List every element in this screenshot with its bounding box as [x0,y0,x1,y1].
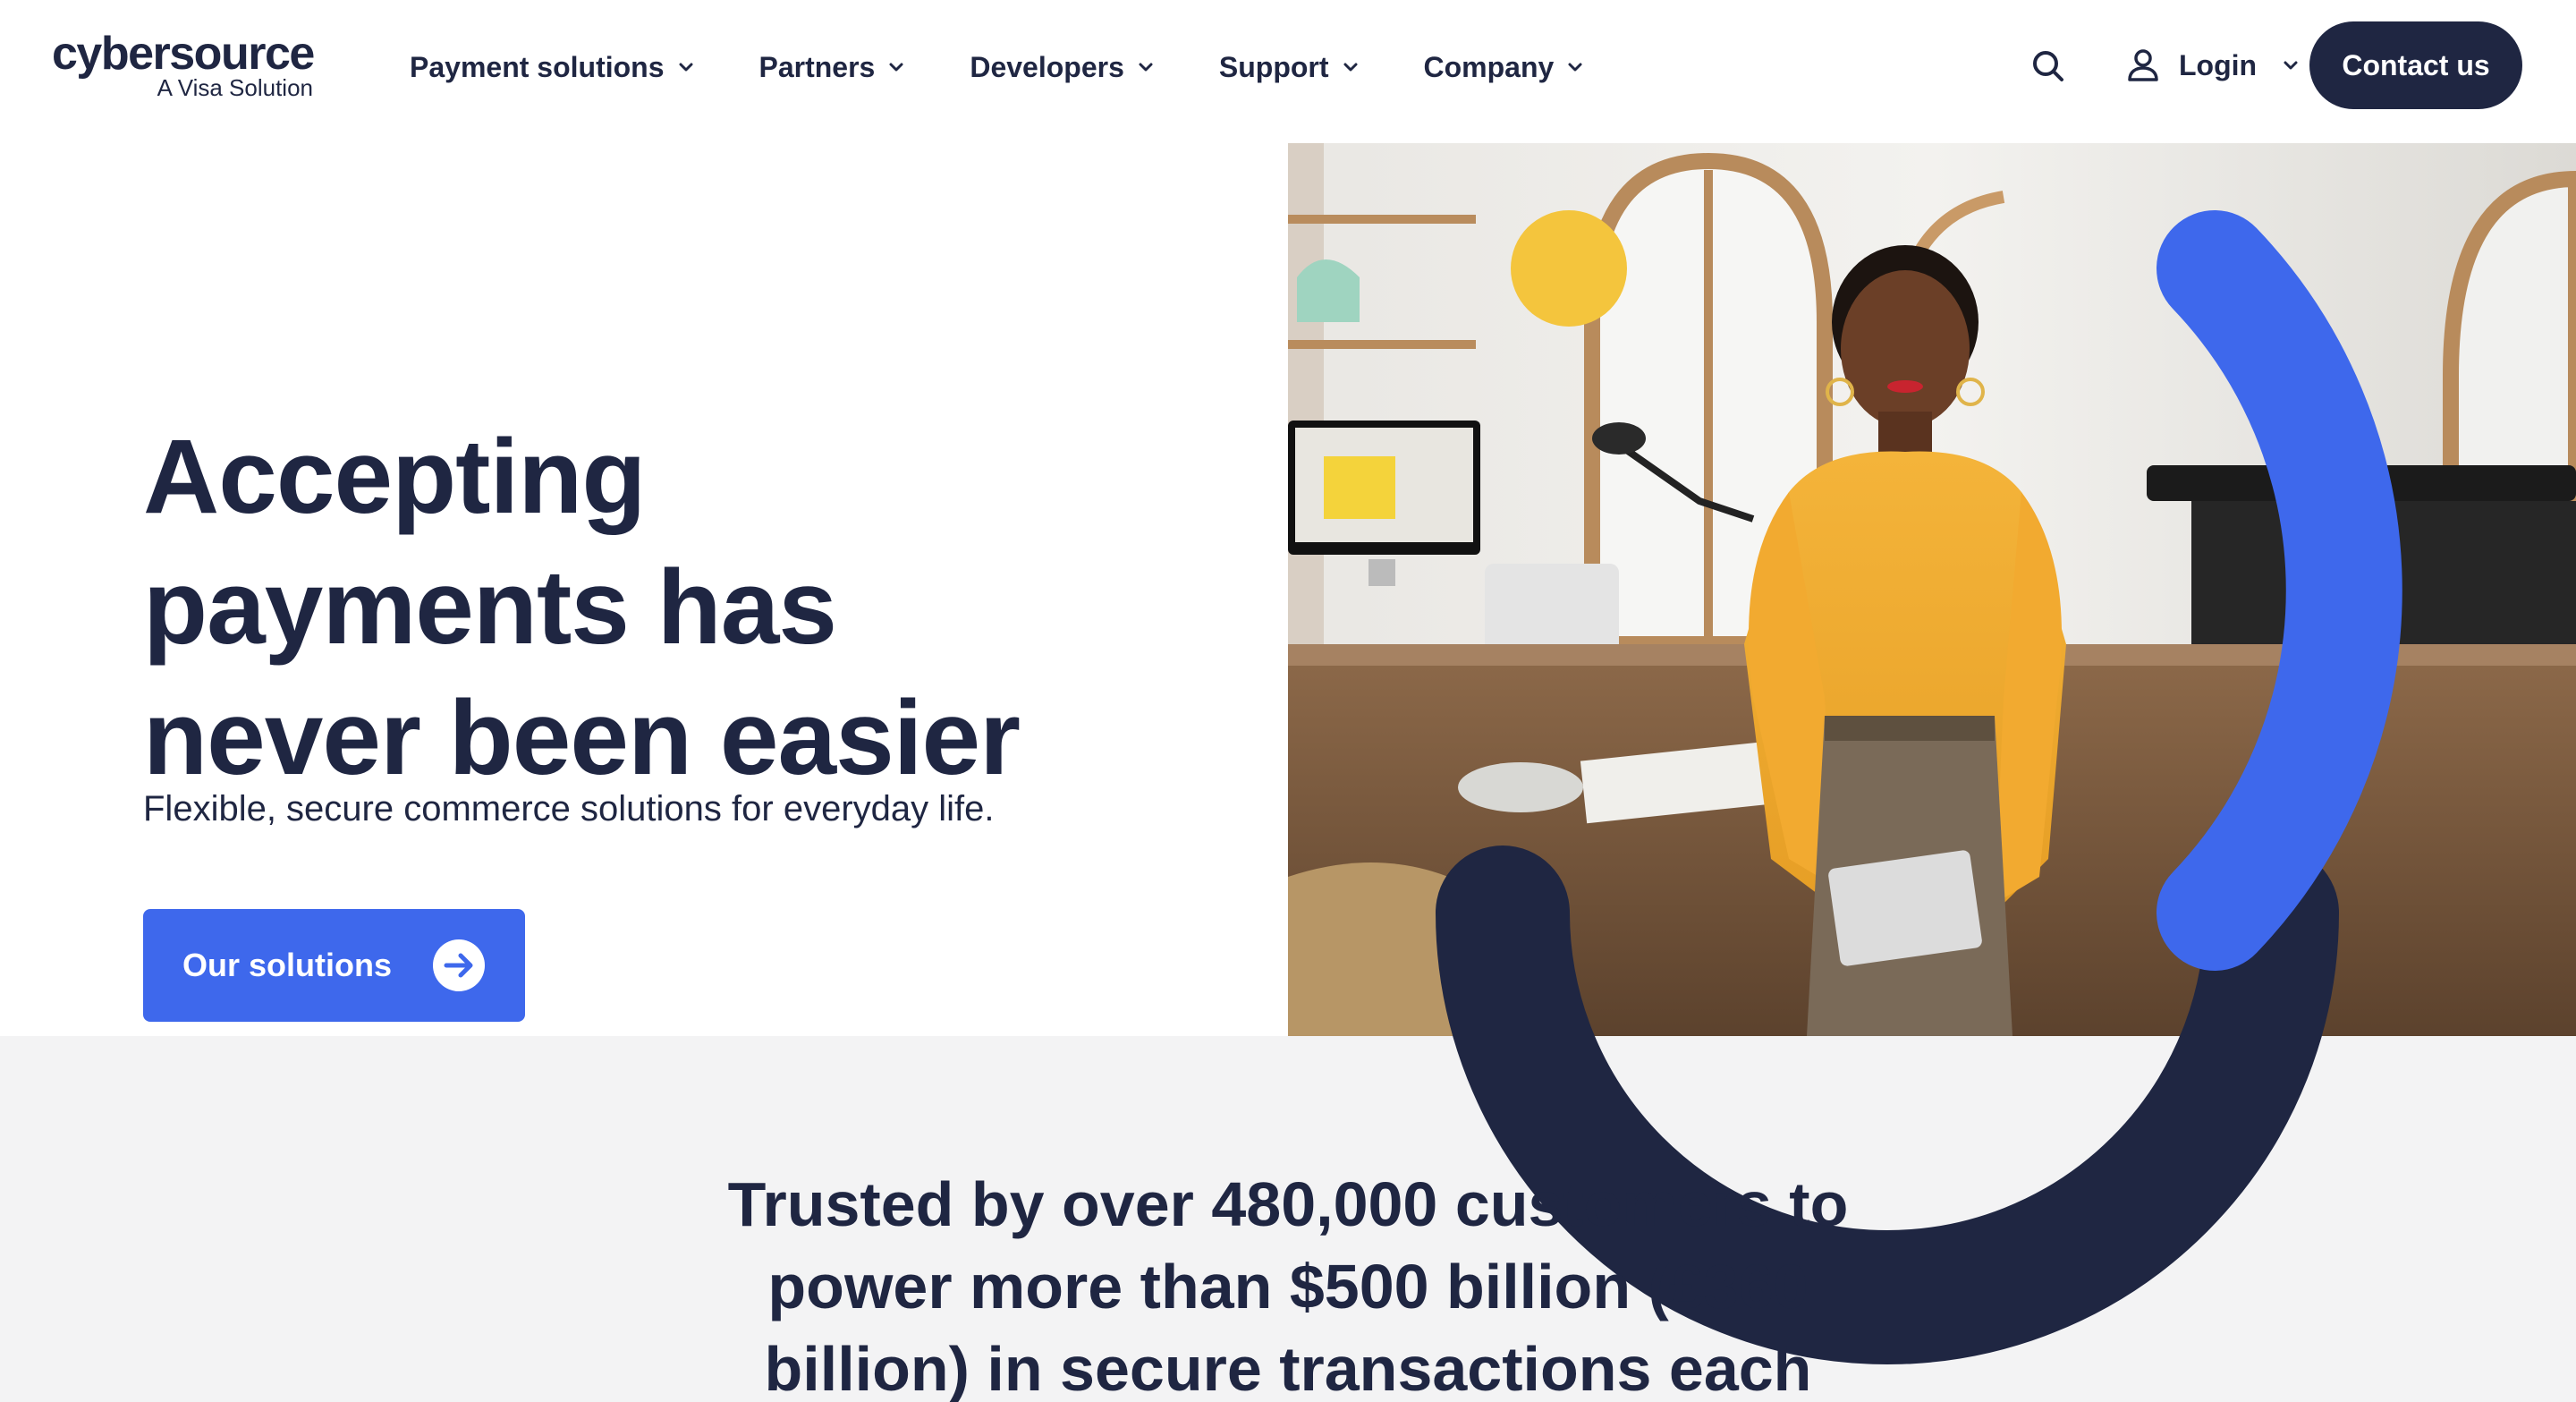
nav-item-label: Developers [970,50,1124,83]
chevron-down-icon [1568,63,1582,72]
user-icon [2128,49,2158,81]
chevron-down-icon [1343,63,1358,72]
cta-label: Our solutions [182,947,392,983]
logo-tagline: A Visa Solution [157,74,313,101]
hero-title-line: never been easier [143,679,1021,797]
trust-line: billion) in secure transactions each [764,1334,1812,1402]
blue-arc [2157,210,2402,971]
hero-decorative-shapes [1436,210,2402,1364]
trust-line: Trusted by over 480,000 customers to [727,1169,1849,1239]
site-header: cybersource A Visa Solution Payment solu… [0,0,2576,143]
chevron-down-icon [1139,63,1153,72]
hero-title-line: Accepting [143,418,646,536]
nav-item-label: Partners [758,50,876,83]
trust-statement: Trusted by over 480,000 customers to pow… [572,1163,2004,1402]
chevron-down-icon [679,63,692,72]
nav-support[interactable]: Support [1219,51,1360,84]
search-icon[interactable] [2030,47,2066,86]
nav-payment-solutions[interactable]: Payment solutions [410,51,695,84]
main-nav: Payment solutions Partners Developers Su… [410,45,1648,89]
logo-wordmark: cybersource [52,28,315,80]
yellow-dot [1511,210,1627,327]
hero-subtitle: Flexible, secure commerce solutions for … [143,789,995,828]
nav-item-label: Payment solutions [410,50,665,83]
trust-line: power more than $500 billion (£360 [767,1252,1809,1321]
cybersource-logo[interactable]: cybersource A Visa Solution [52,27,320,102]
chevron-down-icon [2284,61,2298,70]
nav-company[interactable]: Company [1424,51,1585,84]
nav-item-label: Support [1218,50,1329,83]
chevron-down-icon [889,63,903,72]
arrow-right-circle-icon [433,939,485,991]
nav-item-label: Company [1423,50,1555,83]
login-label: Login [2179,48,2258,81]
nav-developers[interactable]: Developers [970,51,1155,84]
nav-partners[interactable]: Partners [759,51,906,84]
our-solutions-button[interactable]: Our solutions [143,909,525,1022]
hero-title-line: payments has [143,548,837,667]
hero-title: Accepting payments has never been easier [143,412,1306,803]
login-menu[interactable]: Login [2127,43,2300,88]
contact-us-button[interactable]: Contact us [2309,21,2522,109]
